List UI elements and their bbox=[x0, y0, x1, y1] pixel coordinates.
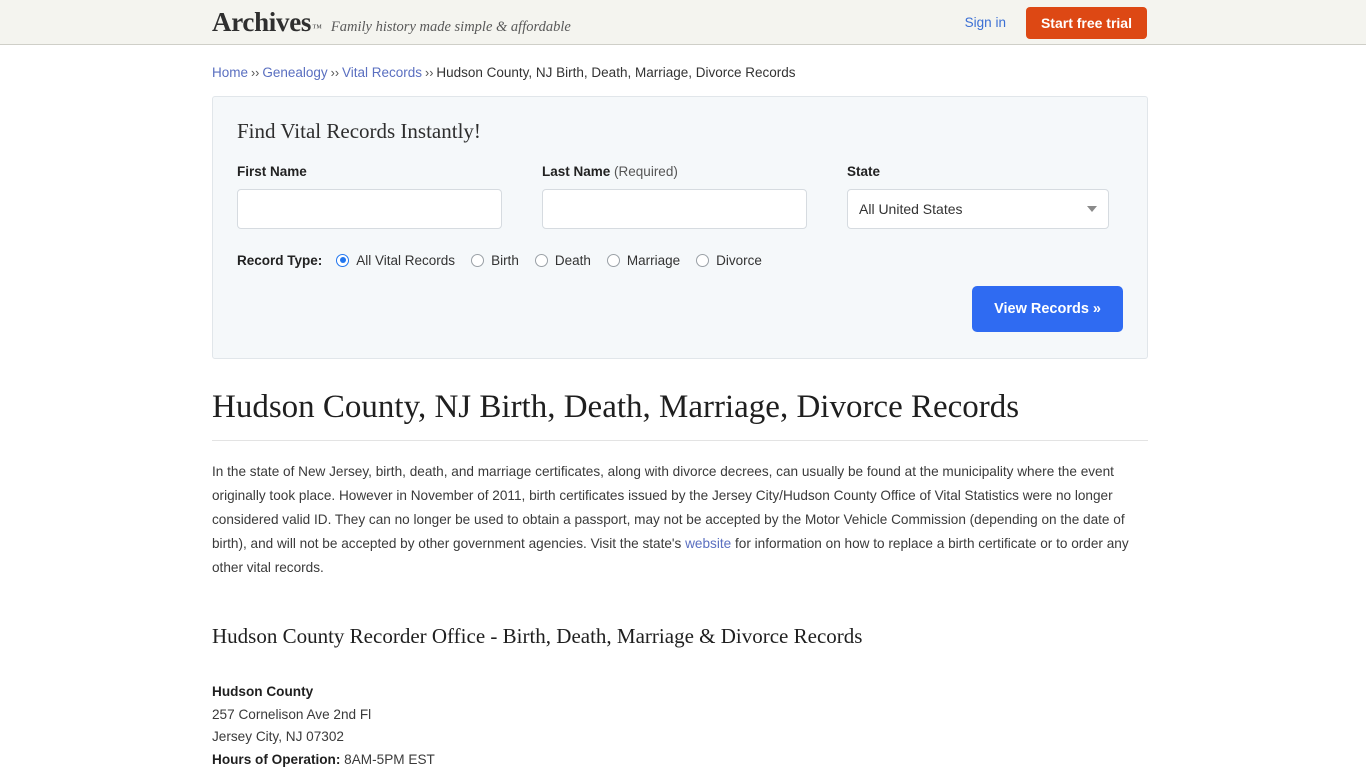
search-fields-row: First Name Last Name (Required) State Al… bbox=[237, 164, 1123, 229]
submit-row: View Records » bbox=[237, 285, 1123, 332]
record-type-option-death[interactable]: Death bbox=[534, 252, 591, 268]
office-hours: Hours of Operation: 8AM-5PM EST bbox=[212, 749, 1148, 768]
recorder-office-heading: Hudson County Recorder Office - Birth, D… bbox=[212, 624, 863, 649]
breadcrumb-item-vital-records[interactable]: Vital Records bbox=[342, 65, 422, 80]
breadcrumb-item-home[interactable]: Home bbox=[212, 65, 248, 80]
record-type-option-label: Marriage bbox=[626, 252, 681, 268]
view-records-button[interactable]: View Records » bbox=[972, 285, 1123, 332]
first-name-field-group: First Name bbox=[237, 164, 522, 229]
office-street: 257 Cornelison Ave 2nd Fl bbox=[212, 706, 372, 722]
record-type-option-label: All Vital Records bbox=[356, 252, 456, 268]
brand[interactable]: Archives ™ Family history made simple & a… bbox=[212, 6, 571, 37]
breadcrumb-item-current: Hudson County, NJ Birth, Death, Marriage… bbox=[436, 65, 796, 80]
radio-icon bbox=[534, 253, 548, 267]
breadcrumb: Home ›› Genealogy ›› Vital Records ›› Hudson C… bbox=[212, 45, 1148, 82]
start-free-trial-button[interactable]: Start free trial bbox=[1025, 6, 1147, 39]
office-address-block: Hudson County 257 Cornelison Ave 2nd Fl … bbox=[212, 681, 1148, 768]
state-label: State bbox=[847, 163, 881, 179]
radio-icon bbox=[696, 253, 710, 267]
record-type-row: Record Type: All Vital Records Birth Dea… bbox=[237, 253, 1123, 268]
page-content: Home ›› Genealogy ›› Vital Records ›› Hudson C… bbox=[212, 45, 1148, 768]
breadcrumb-separator: ›› bbox=[330, 66, 339, 80]
state-select-wrap: All United States bbox=[847, 188, 1109, 229]
office-hours-label: Hours of Operation: bbox=[212, 751, 341, 767]
brand-logo: Archives bbox=[212, 6, 312, 37]
radio-icon bbox=[336, 253, 350, 267]
first-name-label: First Name bbox=[237, 163, 307, 179]
intro-paragraph: In the state of New Jersey, birth, death… bbox=[212, 460, 1148, 580]
record-type-option-marriage[interactable]: Marriage bbox=[606, 252, 681, 268]
brand-tagline: Family history made simple & affordable bbox=[330, 18, 571, 35]
breadcrumb-item-genealogy[interactable]: Genealogy bbox=[262, 65, 327, 80]
last-name-required-note: (Required) bbox=[614, 163, 678, 179]
record-type-option-all-vital-records[interactable]: All Vital Records bbox=[336, 253, 455, 268]
sign-in-link[interactable]: Sign in bbox=[965, 15, 1006, 30]
last-name-field-group: Last Name (Required) bbox=[542, 164, 827, 229]
site-header: Archives ™ Family history made simple & a… bbox=[0, 0, 1366, 45]
page-title: Hudson County, NJ Birth, Death, Marriage… bbox=[212, 389, 1148, 442]
last-name-label-text: Last Name bbox=[542, 163, 611, 179]
radio-icon bbox=[471, 253, 485, 267]
last-name-label: Last Name (Required) bbox=[542, 164, 827, 179]
breadcrumb-separator: ›› bbox=[425, 66, 434, 80]
first-name-input[interactable] bbox=[237, 188, 502, 229]
office-name: Hudson County bbox=[212, 684, 314, 700]
record-type-label: Record Type: bbox=[237, 252, 323, 268]
trademark-icon: ™ bbox=[312, 22, 322, 34]
record-type-option-label: Divorce bbox=[716, 252, 762, 268]
search-panel-title: Find Vital Records Instantly! bbox=[237, 118, 481, 143]
record-type-option-birth[interactable]: Birth bbox=[471, 253, 519, 268]
record-type-option-divorce[interactable]: Divorce bbox=[696, 253, 762, 268]
last-name-input[interactable] bbox=[542, 188, 807, 229]
breadcrumb-separator: ›› bbox=[251, 66, 260, 80]
record-type-option-label: Birth bbox=[491, 252, 519, 268]
state-field-group: State All United States bbox=[847, 164, 1109, 229]
state-selected-value: All United States bbox=[859, 200, 963, 217]
office-hours-value: 8AM-5PM EST bbox=[344, 751, 435, 767]
record-type-option-label: Death bbox=[554, 252, 591, 268]
radio-icon bbox=[606, 253, 620, 267]
state-select[interactable]: All United States bbox=[847, 188, 1109, 229]
header-actions: Sign in Start free trial bbox=[965, 0, 1147, 45]
vital-records-search-panel: Find Vital Records Instantly! First Name… bbox=[212, 95, 1148, 359]
state-website-link[interactable]: website bbox=[685, 536, 731, 551]
office-city-state-zip: Jersey City, NJ 07302 bbox=[212, 729, 344, 745]
